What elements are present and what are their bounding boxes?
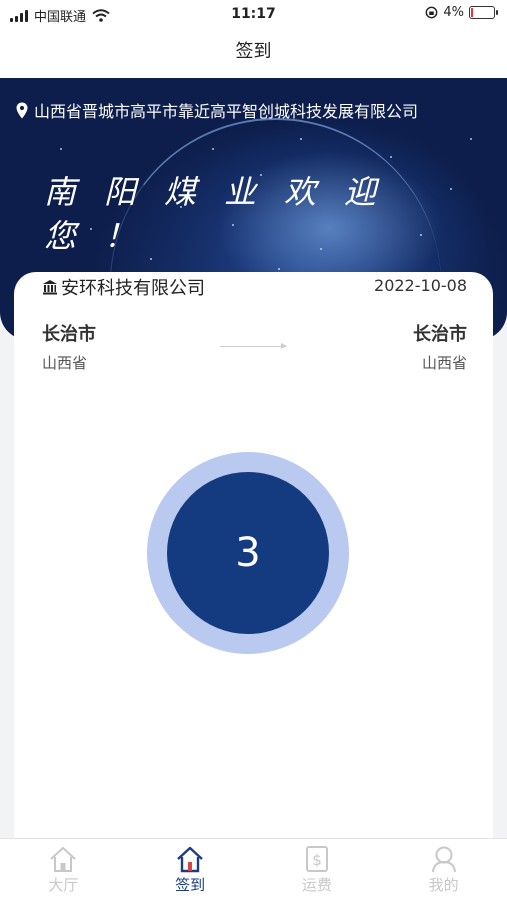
orientation-lock-icon xyxy=(425,6,438,19)
destination: 长治市 山西省 xyxy=(413,320,467,373)
company-name: 安环科技有限公司 xyxy=(61,278,205,299)
route-arrow xyxy=(220,343,287,349)
battery-icon xyxy=(469,6,498,19)
status-bar: 中国联通 11:17 4% xyxy=(0,0,507,30)
location-info[interactable]: 山西省晋城市高平市靠近高平智创城科技发展有限公司 xyxy=(16,98,418,122)
page-title: 签到 xyxy=(235,41,272,62)
building-icon xyxy=(43,280,57,295)
nav-bar: 签到 xyxy=(0,30,507,78)
destination-city: 长治市 xyxy=(413,324,467,345)
origin: 长治市 山西省 xyxy=(42,320,96,373)
fee-icon: $ xyxy=(305,846,328,872)
profile-icon xyxy=(431,846,456,873)
destination-province: 山西省 xyxy=(421,354,467,372)
location-pin-icon xyxy=(16,102,28,118)
svg-text:$: $ xyxy=(312,851,322,869)
tab-checkin-label: 签到 xyxy=(175,876,206,894)
home-icon xyxy=(50,847,77,872)
tab-checkin[interactable]: 签到 xyxy=(127,839,254,901)
origin-province: 山西省 xyxy=(42,354,88,372)
checkin-date: 2022-10-08 xyxy=(374,276,467,295)
location-text: 山西省晋城市高平市靠近高平智创城科技发展有限公司 xyxy=(34,102,419,121)
tab-hall[interactable]: 大厅 xyxy=(0,839,127,901)
welcome-text: 南阳煤业欢迎您！ xyxy=(44,173,405,255)
countdown-number: 3 xyxy=(167,472,329,634)
tab-fee[interactable]: $ 运费 xyxy=(254,839,381,901)
checkin-home-icon xyxy=(177,846,203,873)
origin-city: 长治市 xyxy=(42,324,96,345)
battery-percent: 4% xyxy=(443,5,464,20)
tab-hall-label: 大厅 xyxy=(48,876,79,894)
tab-fee-label: 运费 xyxy=(301,876,332,894)
tab-mine[interactable]: 我的 xyxy=(380,839,507,901)
tab-mine-label: 我的 xyxy=(428,876,459,894)
company-info: 安环科技有限公司 xyxy=(42,274,205,300)
status-right: 4% xyxy=(425,5,498,20)
checkin-card: 安环科技有限公司 2022-10-08 长治市 山西省 长治市 山西省 3 xyxy=(14,272,493,862)
checkin-button[interactable]: 3 xyxy=(147,452,349,654)
tab-bar: 大厅 签到 $ 运费 我的 xyxy=(0,838,507,901)
